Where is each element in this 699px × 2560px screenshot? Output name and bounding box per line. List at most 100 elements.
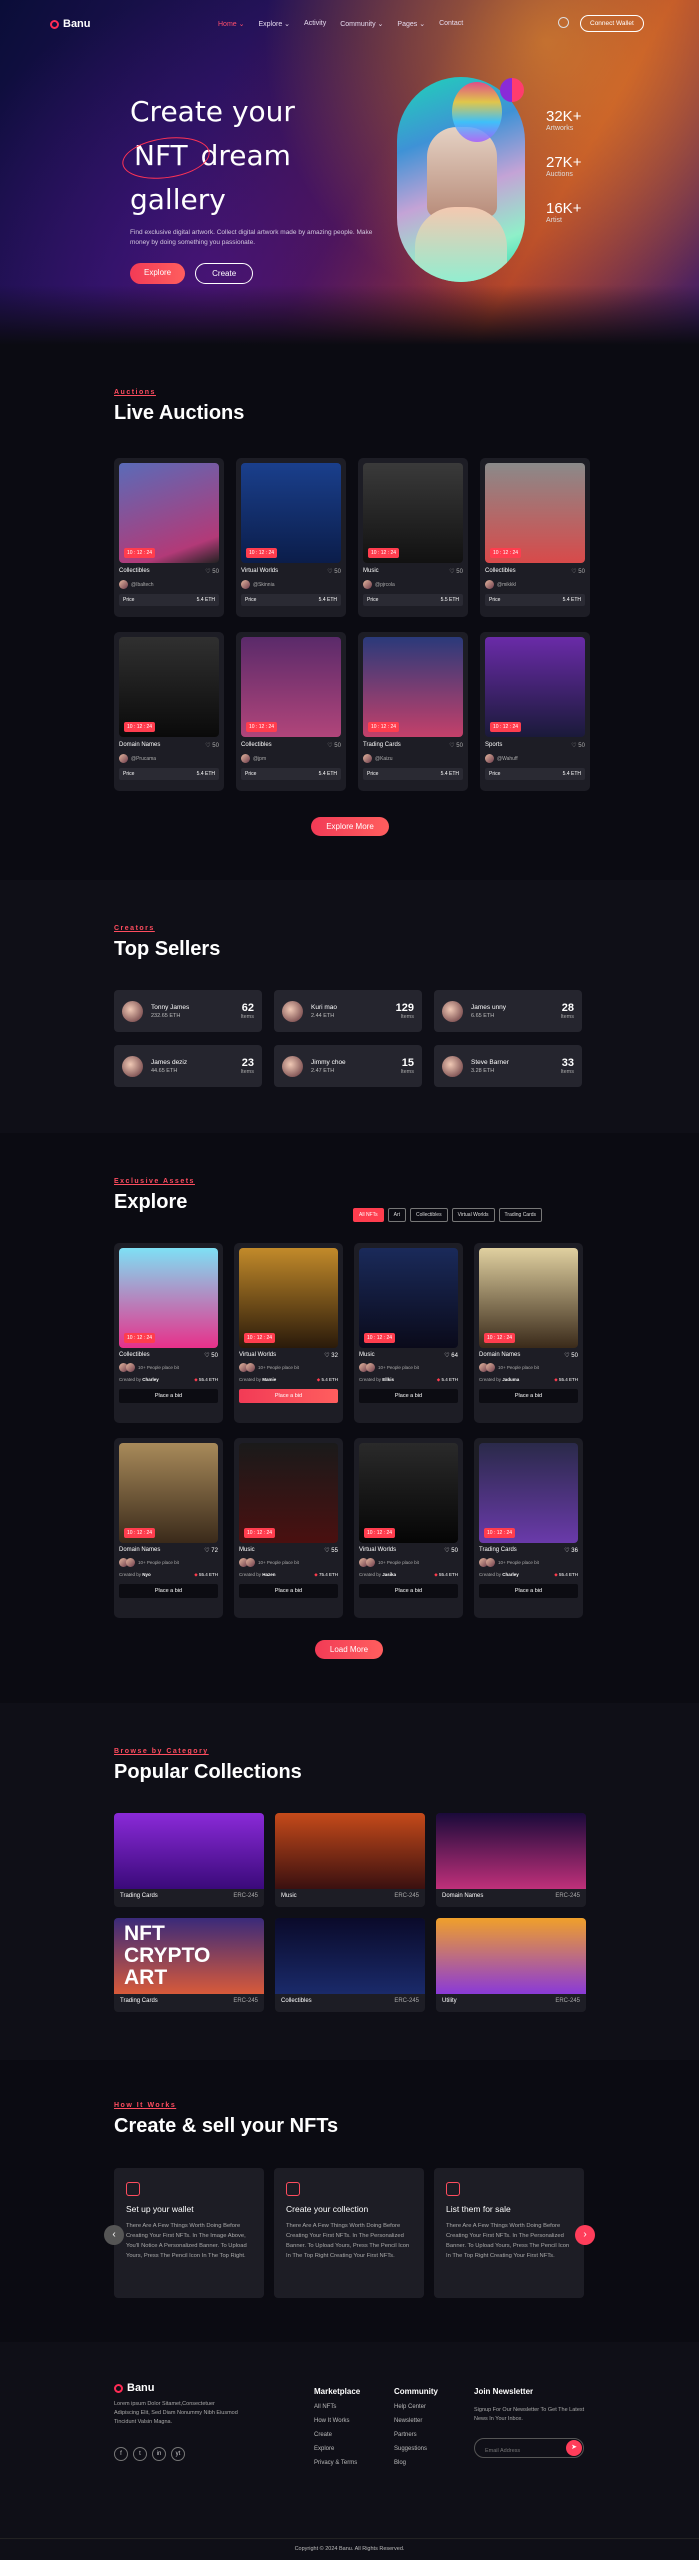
footer-link[interactable]: Help Center <box>394 2404 438 2410</box>
footer-logo[interactable]: Banu <box>114 2382 155 2394</box>
footer-link[interactable]: How It Works <box>314 2418 360 2424</box>
explore-card[interactable]: 10 : 12 : 24 Music ♡ 64 10+ People place bi… <box>354 1243 463 1423</box>
items-label: Items <box>400 1069 414 1075</box>
footer-link[interactable]: Explore <box>314 2446 360 2452</box>
like-count[interactable]: ♡ 50 <box>327 742 341 749</box>
like-count[interactable]: ♡ 64 <box>444 1352 458 1359</box>
footer-link[interactable]: Newsletter <box>394 2418 438 2424</box>
avatar <box>246 1363 255 1372</box>
auction-card[interactable]: 10 : 12 : 24 Collectibles ♡ 50 @jpm Price 5.4… <box>236 632 346 791</box>
footer-link[interactable]: Privacy & Terms <box>314 2460 360 2466</box>
create-button[interactable]: Create <box>195 263 254 284</box>
connect-wallet-button[interactable]: Connect Wallet <box>580 15 644 32</box>
like-count[interactable]: ♡ 50 <box>444 1547 458 1554</box>
nav-contact[interactable]: Contact <box>439 20 463 28</box>
facebook-icon[interactable]: f <box>114 2447 128 2461</box>
like-count[interactable]: ♡ 50 <box>327 568 341 575</box>
nft-image: 10 : 12 : 24 <box>359 1248 458 1348</box>
auction-card[interactable]: 10 : 12 : 24 Collectibles ♡ 50 @Ibaltech Pri… <box>114 458 224 617</box>
explore-card[interactable]: 10 : 12 : 24 Music ♡ 55 10+ People place bi… <box>234 1438 343 1618</box>
email-input[interactable] <box>475 2442 560 2460</box>
like-count[interactable]: ♡ 55 <box>324 1547 338 1554</box>
place-bid-button[interactable]: Place a bid <box>119 1584 218 1598</box>
seller-items: 62 Items <box>241 1002 254 1020</box>
nav-activity[interactable]: Activity <box>304 20 326 28</box>
like-count[interactable]: ♡ 50 <box>571 742 585 749</box>
explore-card[interactable]: 10 : 12 : 24 Domain Names ♡ 50 10+ People p… <box>474 1243 583 1423</box>
next-arrow-icon[interactable]: › <box>575 2225 595 2245</box>
place-bid-button[interactable]: Place a bid <box>479 1389 578 1403</box>
footer-about: Lorem ipsum Dolor Sitamet,Consectetuer A… <box>114 2401 238 2425</box>
tab-all-nfts[interactable]: All NFTs <box>353 1208 384 1222</box>
nav-explore[interactable]: Explore ⌄ <box>258 20 290 28</box>
seller-card[interactable]: Kuri mao 2.44 ETH 129 Items <box>274 990 422 1032</box>
search-icon[interactable] <box>558 17 569 28</box>
seller-card[interactable]: Tonny James 232.65 ETH 62 Items <box>114 990 262 1032</box>
collections-section: Browse by Category Popular Collections T… <box>0 1703 699 2060</box>
auction-card[interactable]: 10 : 12 : 24 Music ♡ 50 @pjrcola Price 5.5 ET… <box>358 458 468 617</box>
seller-card[interactable]: Steve Barner 3.28 ETH 33 Items <box>434 1045 582 1087</box>
nav-pages[interactable]: Pages ⌄ <box>397 20 425 28</box>
collection-card[interactable]: NFT CRYPTO ART Trading Cards ERC-245 <box>114 1918 264 2012</box>
explore-card[interactable]: 10 : 12 : 24 Virtual Worlds ♡ 32 10+ People… <box>234 1243 343 1423</box>
collection-card[interactable]: Utility ERC-245 <box>436 1918 586 2012</box>
logo[interactable]: Banu <box>50 18 91 30</box>
seller-avatar <box>122 1000 143 1022</box>
tab-trading-cards[interactable]: Trading Cards <box>498 1208 543 1222</box>
collection-name: Utility <box>442 1998 457 2004</box>
seller-card[interactable]: Jimmy choe 2.47 ETH 15 Items <box>274 1045 422 1087</box>
like-count[interactable]: ♡ 50 <box>449 568 463 575</box>
footer-link[interactable]: Blog <box>394 2460 438 2466</box>
nav-home[interactable]: Home ⌄ <box>218 20 244 28</box>
twitter-icon[interactable]: t <box>133 2447 147 2461</box>
youtube-icon[interactable]: yt <box>171 2447 185 2461</box>
place-bid-button[interactable]: Place a bid <box>479 1584 578 1598</box>
explore-card[interactable]: 10 : 12 : 24 Trading Cards ♡ 36 10+ People … <box>474 1438 583 1618</box>
explore-card[interactable]: 10 : 12 : 24 Virtual Worlds ♡ 50 10+ People… <box>354 1438 463 1618</box>
like-count[interactable]: ♡ 50 <box>205 742 219 749</box>
tab-collectibles[interactable]: Collectibles <box>410 1208 448 1222</box>
auction-card[interactable]: 10 : 12 : 24 Trading Cards ♡ 50 @Kaizu Price… <box>358 632 468 791</box>
seller-card[interactable]: James unny 6.65 ETH 28 Items <box>434 990 582 1032</box>
collection-card[interactable]: Trading Cards ERC-245 <box>114 1813 264 1907</box>
prev-arrow-icon[interactable]: ‹ <box>104 2225 124 2245</box>
footer-link[interactable]: Partners <box>394 2432 438 2438</box>
place-bid-button[interactable]: Place a bid <box>239 1389 338 1403</box>
explore-card[interactable]: 10 : 12 : 24 Collectibles ♡ 50 10+ People p… <box>114 1243 223 1423</box>
like-count[interactable]: ♡ 50 <box>204 1352 218 1359</box>
tab-art[interactable]: Art <box>387 1208 407 1222</box>
like-count[interactable]: ♡ 50 <box>571 568 585 575</box>
items-count: 129 <box>395 1002 414 1014</box>
linkedin-icon[interactable]: in <box>152 2447 166 2461</box>
auction-card[interactable]: 10 : 12 : 24 Sports ♡ 50 @Wahuff Price 5.4 ET… <box>480 632 590 791</box>
like-count[interactable]: ♡ 32 <box>324 1352 338 1359</box>
place-bid-button[interactable]: Place a bid <box>119 1389 218 1403</box>
collection-card[interactable]: Domain Names ERC-245 <box>436 1813 586 1907</box>
load-more-button[interactable]: Load More <box>315 1640 383 1659</box>
like-count[interactable]: ♡ 50 <box>564 1352 578 1359</box>
collection-card[interactable]: Music ERC-245 <box>275 1813 425 1907</box>
footer-link[interactable]: Suggestions <box>394 2446 438 2452</box>
auction-card[interactable]: 10 : 12 : 24 Collectibles ♡ 50 @mikkkl Price… <box>480 458 590 617</box>
price-label: Price <box>245 597 257 603</box>
explore-more-button[interactable]: Explore More <box>311 817 389 836</box>
footer-link[interactable]: All NFTs <box>314 2404 360 2410</box>
auction-card[interactable]: 10 : 12 : 24 Virtual Worlds ♡ 50 @Skinnia Pr… <box>236 458 346 617</box>
like-count[interactable]: ♡ 36 <box>564 1547 578 1554</box>
seller-card[interactable]: James deziz 44.65 ETH 23 Items <box>114 1045 262 1087</box>
explore-button[interactable]: Explore <box>130 263 186 284</box>
like-count[interactable]: ♡ 50 <box>205 568 219 575</box>
explore-card[interactable]: 10 : 12 : 24 Domain Names ♡ 72 10+ People p… <box>114 1438 223 1618</box>
nav-community[interactable]: Community ⌄ <box>340 20 383 28</box>
place-bid-button[interactable]: Place a bid <box>359 1584 458 1598</box>
tab-virtual-worlds[interactable]: Virtual Worlds <box>451 1208 495 1222</box>
collection-card[interactable]: Collectibles ERC-245 <box>275 1918 425 2012</box>
send-icon[interactable]: ➤ <box>566 2440 582 2456</box>
auction-card[interactable]: 10 : 12 : 24 Domain Names ♡ 50 @Prucama Pric… <box>114 632 224 791</box>
seller-avatar <box>282 1000 303 1022</box>
place-bid-button[interactable]: Place a bid <box>239 1584 338 1598</box>
like-count[interactable]: ♡ 72 <box>204 1547 218 1554</box>
place-bid-button[interactable]: Place a bid <box>359 1389 458 1403</box>
like-count[interactable]: ♡ 50 <box>449 742 463 749</box>
footer-link[interactable]: Create <box>314 2432 360 2438</box>
